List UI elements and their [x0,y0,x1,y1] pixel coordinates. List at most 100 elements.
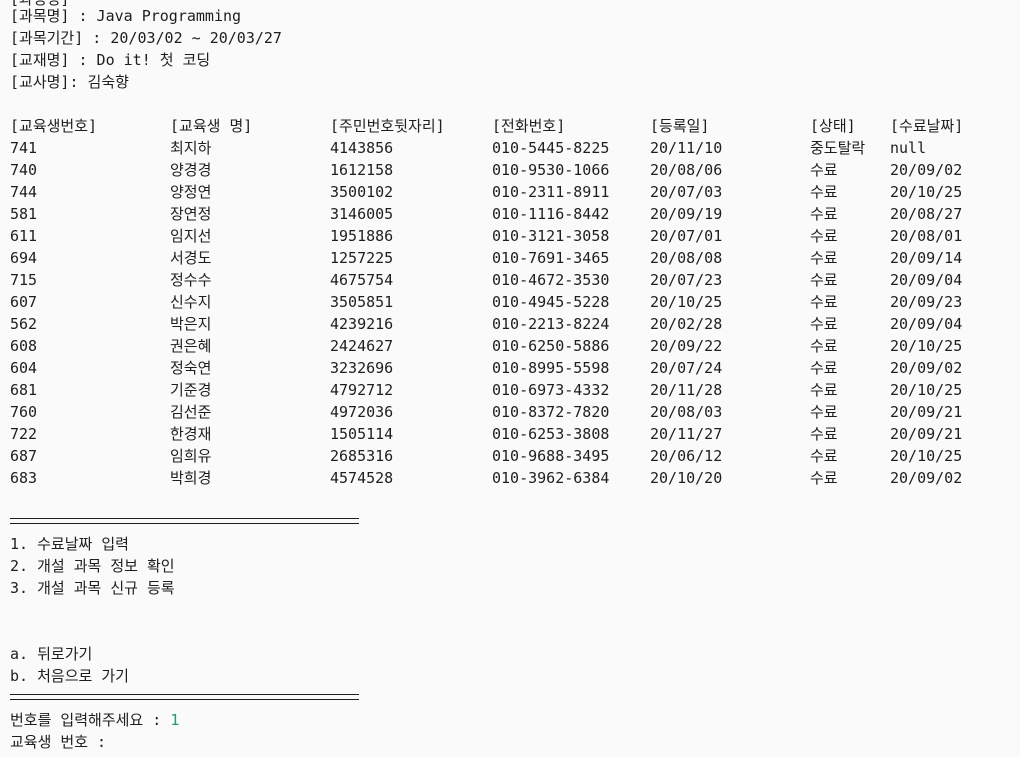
cell-student-name: 양경경 [170,161,212,179]
column-header-status: [상태] [810,117,856,135]
cell-register-date: 20/09/19 [650,205,723,223]
number-prompt[interactable]: 번호를 입력해주세요 : 1 [10,709,179,731]
cell-student-name: 김선준 [170,403,212,421]
cell-register-date: 20/11/27 [650,425,723,443]
cell-id-suffix: 3500102 [330,183,394,201]
cell-student-name: 기준경 [170,381,212,399]
cell-id-suffix: 1505114 [330,425,394,443]
cell-student-id: 687 [10,447,38,465]
cell-completion-date: 20/10/25 [890,381,963,399]
cell-student-name: 임희유 [170,447,212,465]
menu-item-back: a. 뒤로가기 [10,645,93,663]
cell-completion-date: 20/09/04 [890,271,963,289]
cell-completion-date: 20/10/25 [890,447,963,465]
cell-completion-date: 20/08/01 [890,227,963,245]
textbook-line: [교재명] : Do it! 첫 코딩 [10,51,211,69]
cell-phone: 010-3121-3058 [492,227,610,245]
cell-status: 수료 [810,381,838,399]
cell-id-suffix: 4972036 [330,403,394,421]
cell-student-id: 604 [10,359,38,377]
column-header-completion-date: [수료날짜] [890,117,964,135]
cell-status: 수료 [810,249,838,267]
cell-register-date: 20/02/28 [650,315,723,333]
cell-student-id: 741 [10,139,38,157]
cell-student-id: 722 [10,425,38,443]
cell-register-date: 20/10/25 [650,293,723,311]
cell-phone: 010-9688-3495 [492,447,610,465]
cell-status: 중도탈락 [810,139,866,157]
cell-register-date: 20/08/08 [650,249,723,267]
cell-status: 수료 [810,161,838,179]
cell-status: 수료 [810,425,838,443]
cell-student-id: 611 [10,227,38,245]
cell-student-name: 박은지 [170,315,212,333]
cell-phone: 010-6973-4332 [492,381,610,399]
column-header-id-suffix: [주민번호뒷자리] [330,117,445,135]
cell-status: 수료 [810,337,838,355]
cell-status: 수료 [810,293,838,311]
cell-id-suffix: 1257225 [330,249,394,267]
cell-student-id: 740 [10,161,38,179]
menu-item-record-completion: 1. 수료날짜 입력 [10,535,129,553]
cell-register-date: 20/08/03 [650,403,723,421]
cell-register-date: 20/11/10 [650,139,723,157]
cell-student-name: 최지하 [170,139,212,157]
cell-register-date: 20/07/01 [650,227,723,245]
cell-completion-date: 20/09/02 [890,469,963,487]
cell-student-id: 562 [10,315,38,333]
cell-completion-date: 20/09/21 [890,403,963,421]
cell-id-suffix: 3146005 [330,205,394,223]
cell-register-date: 20/07/23 [650,271,723,289]
number-input-value[interactable]: 1 [170,711,179,729]
cell-phone: 010-6253-3808 [492,425,610,443]
menu-divider-bottom [10,694,359,700]
course-name-line: [과목명] : Java Programming [10,7,242,25]
teacher-line: [교사명]: 김숙향 [10,73,129,91]
column-header-register-date: [등록일] [650,117,710,135]
cell-student-id: 694 [10,249,38,267]
cell-completion-date: 20/08/27 [890,205,963,223]
cell-student-id: 607 [10,293,38,311]
cell-register-date: 20/09/22 [650,337,723,355]
cell-student-name: 양정연 [170,183,212,201]
cell-id-suffix: 4143856 [330,139,394,157]
column-header-student-id: [교육생번호] [10,117,98,135]
cell-status: 수료 [810,271,838,289]
cell-completion-date: 20/10/25 [890,337,963,355]
cell-student-id: 581 [10,205,38,223]
cell-id-suffix: 4239216 [330,315,394,333]
cell-status: 수료 [810,447,838,465]
cell-status: 수료 [810,359,838,377]
cell-student-id: 760 [10,403,38,421]
cell-register-date: 20/11/28 [650,381,723,399]
student-number-prompt[interactable]: 교육생 번호 : [10,731,106,753]
cell-phone: 010-1116-8442 [492,205,610,223]
cell-completion-date: 20/09/02 [890,161,963,179]
cell-student-name: 정수수 [170,271,212,289]
console-window: [과정명] [과목명] : Java Programming [과목기간] : … [0,0,1020,757]
cell-student-name: 정숙연 [170,359,212,377]
cell-id-suffix: 1612158 [330,161,394,179]
cell-id-suffix: 3232696 [330,359,394,377]
cell-student-id: 681 [10,381,38,399]
cell-student-name: 장연정 [170,205,212,223]
cell-phone: 010-6250-5886 [492,337,610,355]
menu-item-register-course: 3. 개설 과목 신규 등록 [10,579,175,597]
cell-status: 수료 [810,227,838,245]
cell-student-name: 한경재 [170,425,212,443]
cell-id-suffix: 4675754 [330,271,394,289]
cell-id-suffix: 3505851 [330,293,394,311]
cell-phone: 010-2213-8224 [492,315,610,333]
cell-completion-date: 20/09/04 [890,315,963,333]
column-header-phone: [전화번호] [492,117,566,135]
cell-student-name: 서경도 [170,249,212,267]
cell-register-date: 20/07/24 [650,359,723,377]
cell-completion-date: 20/09/14 [890,249,963,267]
cell-status: 수료 [810,403,838,421]
cell-status: 수료 [810,183,838,201]
cell-student-name: 신수지 [170,293,212,311]
cell-completion-date: 20/10/25 [890,183,963,201]
cell-phone: 010-9530-1066 [492,161,610,179]
cell-id-suffix: 4792712 [330,381,394,399]
cell-completion-date: 20/09/02 [890,359,963,377]
